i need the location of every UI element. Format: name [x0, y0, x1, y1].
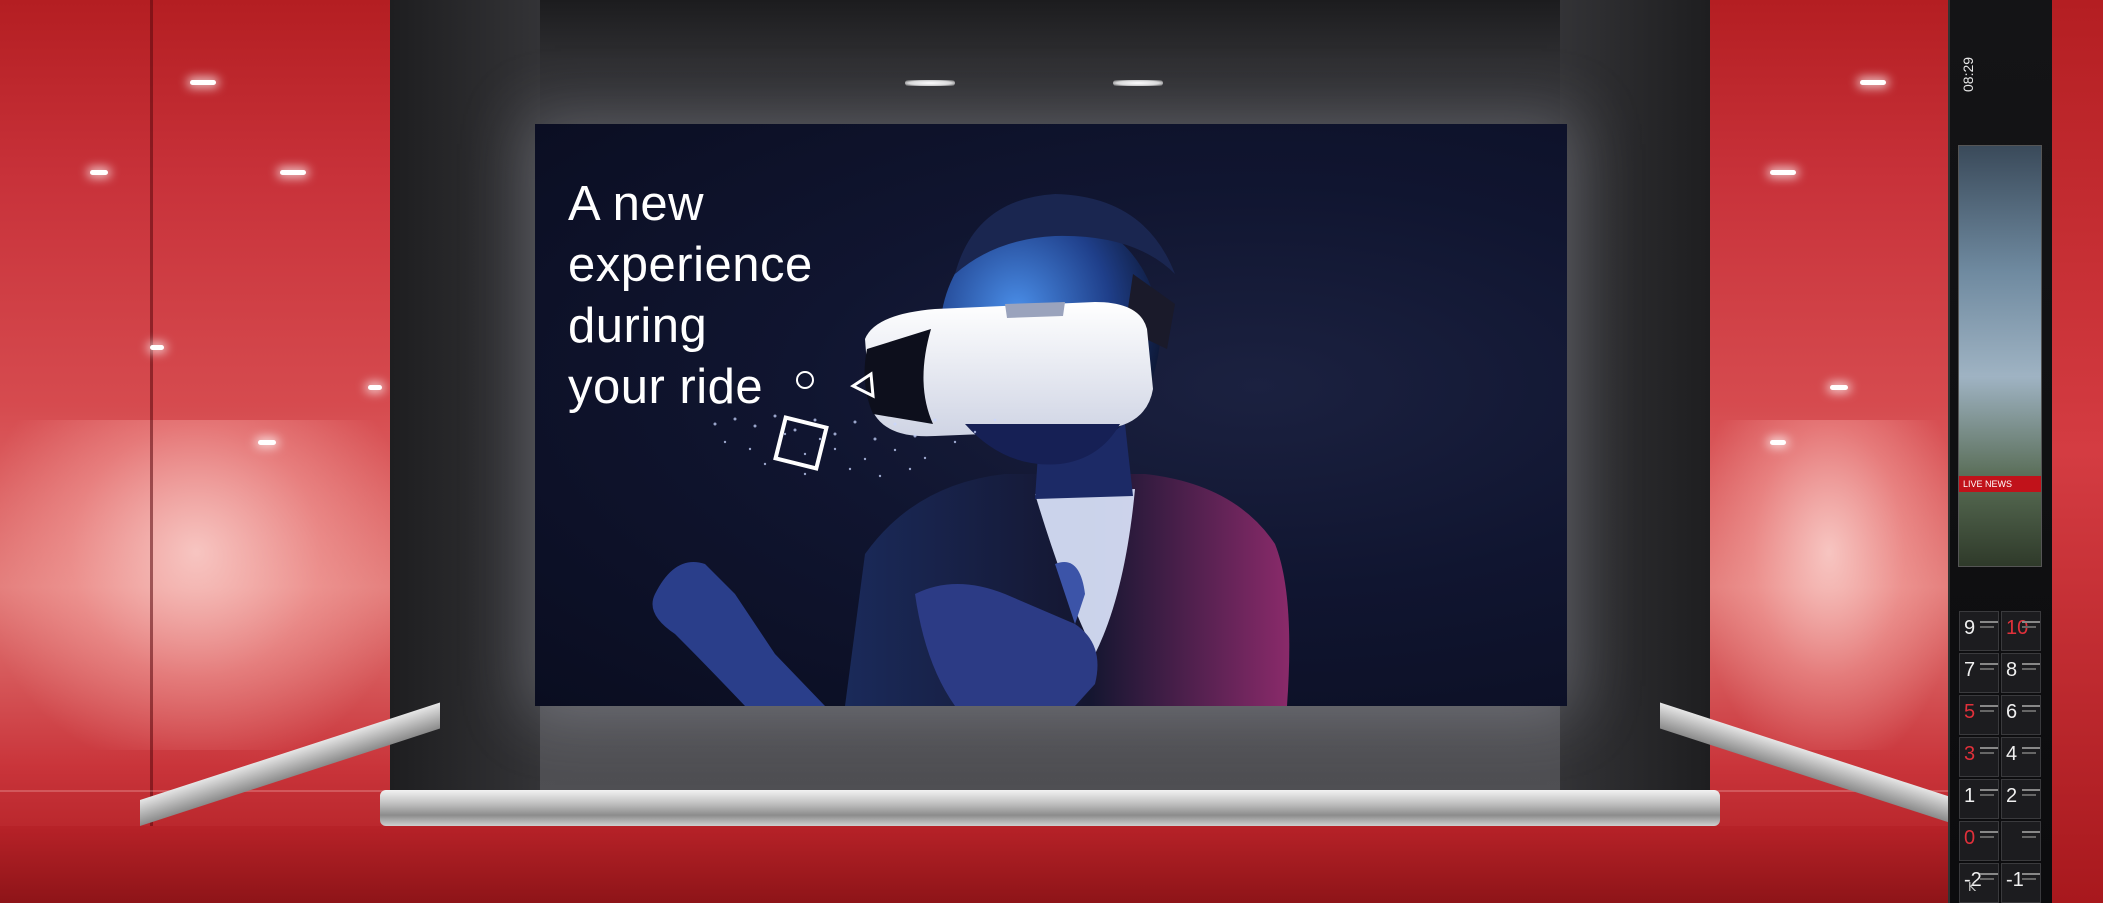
vr-headset-icon [864, 302, 1153, 437]
floor-button[interactable]: 7 [1959, 653, 1999, 693]
floor-button[interactable]: 9 [1959, 611, 1999, 651]
floor-number: 0 [1964, 827, 1976, 849]
floor-label-line [1980, 789, 1998, 791]
headline-line: A new [568, 177, 704, 231]
floor-label-line [2022, 621, 2040, 623]
floor-label-line [2022, 668, 2036, 670]
elevator-interior: A new experience during your ride 08:29 … [0, 0, 2103, 903]
floor-label-line [1980, 878, 1994, 880]
floor-label-line [1980, 873, 1998, 875]
back-handrail [380, 790, 1720, 826]
floor-label-line [2022, 836, 2036, 838]
ceiling-spotlight [258, 440, 276, 445]
inner-right-wall [1560, 0, 1710, 830]
floor-label-line [2022, 663, 2040, 665]
ceiling-spotlight [90, 170, 108, 175]
floor-number: 5 [1964, 701, 1976, 723]
ceiling-spotlight [1830, 385, 1848, 390]
headline-line: your ride [568, 360, 764, 414]
floor-label-line [1980, 668, 1994, 670]
floor-button[interactable]: -1 [2001, 863, 2041, 903]
floor-label-line [2022, 626, 2036, 628]
news-banner: LIVE NEWS [1959, 476, 2041, 492]
ceiling-spotlight [280, 170, 306, 175]
floor-number: 1 [1964, 785, 1976, 807]
inner-left-wall [390, 0, 540, 830]
floor-label-line [1980, 705, 1998, 707]
floor-number: 8 [2006, 659, 2018, 681]
floor-number: 2 [2006, 785, 2018, 807]
floor-label-line [2022, 794, 2036, 796]
floor-button[interactable]: 5 [1959, 695, 1999, 735]
ceiling-light [1113, 80, 1163, 86]
floor-number: 3 [1964, 743, 1976, 765]
floor-label-line [2022, 878, 2036, 880]
ceiling-spotlight [1770, 170, 1796, 175]
edge-red-wall [2052, 0, 2103, 903]
left-hand [652, 562, 825, 706]
floor-label-line [2022, 789, 2040, 791]
floor-number: 9 [1964, 617, 1976, 639]
brand-logo-icon: K [1968, 880, 1976, 894]
ceiling [390, 0, 1710, 60]
wall-seam [150, 0, 153, 903]
floor-button[interactable]: 3 [1959, 737, 1999, 777]
left-red-glass-wall [0, 0, 392, 903]
floor-label-line [1980, 836, 1994, 838]
ceiling-spotlight [368, 385, 382, 390]
ad-headline: A new experience during your ride [568, 174, 868, 418]
ceiling-spotlight [150, 345, 164, 350]
floor-button[interactable]: 4 [2001, 737, 2041, 777]
floor-label-line [1980, 752, 1994, 754]
floor-label-line [2022, 831, 2040, 833]
floor-button[interactable]: 10 [2001, 611, 2041, 651]
elevator-control-panel: 08:29 LIVE NEWS 9 10 7 8 5 6 3 4 1 2 0 -2 -1 K [1948, 0, 2054, 903]
wall-glow [0, 420, 392, 750]
floor-label-line [2022, 873, 2040, 875]
headline-line: experience [568, 238, 813, 292]
floor-label-line [1980, 794, 1994, 796]
floor-button[interactable] [2001, 821, 2041, 861]
floor-button[interactable]: 6 [2001, 695, 2041, 735]
floor-number: 4 [2006, 743, 2018, 765]
advertisement-screen: A new experience during your ride [535, 124, 1567, 706]
floor-label-line [1980, 831, 1998, 833]
ceiling-spotlight [190, 80, 216, 85]
floor-label-line [2022, 752, 2036, 754]
floor-label-line [1980, 710, 1994, 712]
floor-button[interactable]: 8 [2001, 653, 2041, 693]
wall-glow [1710, 420, 1948, 750]
floor-label-line [1980, 663, 1998, 665]
panel-video-feed: LIVE NEWS [1958, 145, 2042, 567]
panel-time: 08:29 [1960, 56, 1976, 92]
ceiling-light [905, 80, 955, 86]
square-shape-icon [773, 415, 829, 471]
ceiling-spotlight [1860, 80, 1886, 85]
ceiling-spotlight [1770, 440, 1786, 445]
floor-label-line [1980, 621, 1998, 623]
floor-label-line [2022, 747, 2040, 749]
floor-button[interactable]: 1 [1959, 779, 1999, 819]
floor-label-line [2022, 705, 2040, 707]
headline-line: during [568, 299, 708, 353]
floor-button-grid: 9 10 7 8 5 6 3 4 1 2 0 -2 -1 [1958, 610, 2044, 903]
floor-number: 7 [1964, 659, 1976, 681]
floor-label-line [1980, 747, 1998, 749]
floor-number: 6 [2006, 701, 2018, 723]
floor-label-line [1980, 626, 1994, 628]
floor-button[interactable]: 0 [1959, 821, 1999, 861]
floor-label-line [2022, 710, 2036, 712]
lower-wall-panel [0, 826, 2103, 903]
floor-button[interactable]: 2 [2001, 779, 2041, 819]
